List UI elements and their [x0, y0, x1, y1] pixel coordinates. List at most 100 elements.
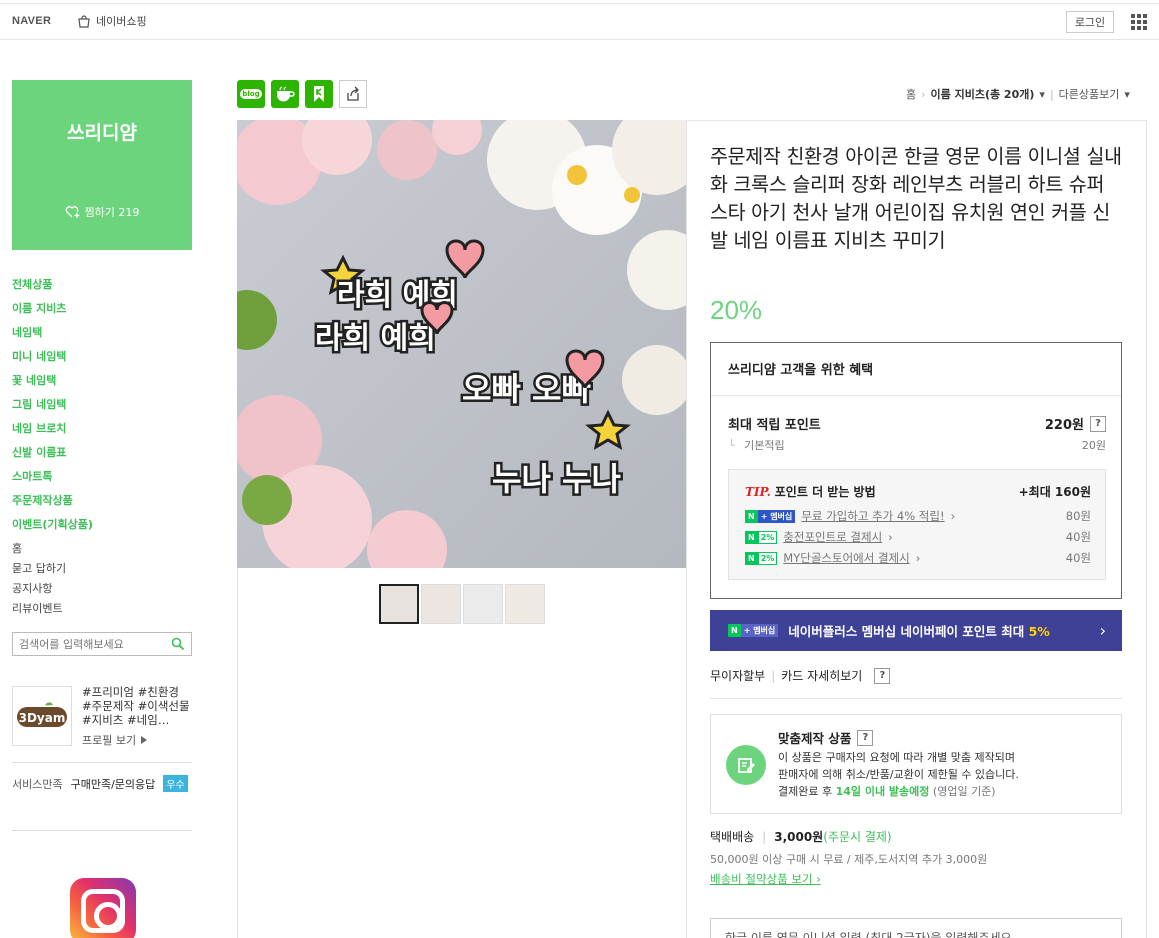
thumbnail-item[interactable] [421, 584, 461, 624]
cafe-share-icon[interactable] [271, 80, 299, 108]
login-button[interactable]: 로그인 [1066, 11, 1114, 33]
instagram-icon[interactable] [70, 878, 136, 938]
tip-row[interactable]: N 2% 충전포인트로 결제시 › 40원 [745, 529, 1091, 545]
tip-value: 80원 [1065, 509, 1091, 523]
divider: | [762, 829, 767, 844]
category-item[interactable]: 그림 네임택 [12, 398, 93, 422]
help-icon[interactable]: ? [874, 667, 891, 684]
category-item[interactable]: 꽃 네임택 [12, 374, 93, 398]
breadcrumb-current[interactable]: 이름 지비츠(총 20개) [931, 86, 1035, 102]
tip-value: 40원 [1065, 551, 1091, 565]
installment-label[interactable]: 무이자할부 [710, 667, 765, 684]
shipping-saving-label: 배송비 절약상품 보기 [710, 872, 813, 886]
tip-row[interactable]: N 2% MY단골스토어에서 결제시 › 40원 [745, 550, 1091, 566]
divider [12, 830, 192, 831]
category-item[interactable]: 주문제작상품 [12, 494, 93, 518]
sub-link-notice[interactable]: 공지사항 [12, 580, 66, 600]
membership-banner[interactable]: N + 멤버십 네이버플러스 멤버십 네이버페이 포인트 최대 5% › [710, 610, 1122, 651]
custom-desc-line: 이 상품은 구매자의 요청에 따라 개별 맞춤 제작되며 [778, 751, 1015, 764]
help-icon[interactable]: ? [1090, 415, 1106, 432]
thumbnail-item[interactable] [505, 584, 545, 624]
membership-text: 네이버플러스 멤버십 네이버페이 포인트 최대 [788, 624, 1025, 639]
service-badge: 우수 [163, 775, 188, 792]
shopping-bag-icon [78, 14, 90, 28]
product-image[interactable]: 라희 예희 라희 예희 오빠 오빠 누나 누나 [237, 120, 686, 568]
keep-bookmark-icon[interactable] [305, 80, 333, 108]
tip-text[interactable]: 충전포인트로 결제시 [783, 529, 882, 545]
category-item[interactable]: 이벤트(기획상품) [12, 518, 93, 542]
blog-share-icon[interactable]: blog [237, 80, 265, 108]
heart-plus-icon [65, 206, 80, 218]
tip-box: TIP. 포인트 더 받는 방법 +최대 160원 N + 멤버십 무료 가입하고 … [728, 469, 1106, 580]
apps-grid-icon[interactable] [1131, 14, 1147, 30]
share-icon[interactable] [339, 80, 367, 108]
search-icon[interactable] [171, 637, 185, 651]
product-image-word: 라희 예희 [315, 321, 436, 356]
caret-down-icon[interactable]: ▾ [1124, 88, 1130, 101]
tip-text[interactable]: MY단골스토어에서 결제시 [783, 550, 909, 566]
basic-point-label: 기본적립 [744, 439, 785, 452]
divider [686, 120, 687, 938]
chevron-right-icon: › [816, 872, 821, 886]
shipping-note: (주문시 결제) [823, 830, 892, 844]
membership-pct: 5% [1028, 624, 1050, 639]
help-icon[interactable]: ? [857, 729, 874, 746]
zzim-button[interactable]: 찜하기 219 [12, 204, 192, 220]
category-item[interactable]: 미니 네임택 [12, 350, 93, 374]
thumbnail-list [379, 584, 545, 624]
card-detail-link[interactable]: 카드 자세히보기 [781, 667, 862, 684]
play-arrow-icon [141, 736, 148, 744]
shipping-condition: 50,000원 이상 구매 시 무료 / 제주,도서지역 추가 3,000원 [710, 853, 988, 866]
thumbnail-item[interactable] [379, 584, 419, 624]
tip-text[interactable]: 무료 가입하고 추가 4% 적립! [801, 508, 944, 524]
category-item[interactable]: 이름 지비츠 [12, 302, 93, 326]
category-item[interactable]: 네임택 [12, 326, 93, 350]
sub-link-qna[interactable]: 묻고 답하기 [12, 560, 66, 580]
naver-logo[interactable]: NAVER [12, 15, 51, 27]
thumbnail-item[interactable] [463, 584, 503, 624]
category-item[interactable]: 네임 브로치 [12, 422, 93, 446]
profile-link[interactable]: 프로필 보기 [82, 732, 148, 748]
naver-point-badge: N 2% [745, 530, 778, 544]
zzim-label: 찜하기 219 [84, 206, 140, 219]
tip-header: TIP. 포인트 더 받는 방법 +최대 160원 [745, 483, 1091, 500]
option-input[interactable]: 한글 이름 영문 이니셜 입력 (최대 2글자)을 입력해주세요 [710, 918, 1122, 938]
service-value: 구매만족/문의응답 [70, 777, 156, 791]
naver-shopping-label: 네이버쇼핑 [96, 15, 147, 28]
other-products-link[interactable]: 다른상품보기 [1059, 86, 1120, 102]
store-banner[interactable]: 쓰리디얌 찜하기 219 [12, 80, 192, 250]
tip-max: +최대 160원 [1018, 485, 1091, 499]
naver-shopping-link[interactable]: 네이버쇼핑 [77, 13, 147, 29]
edit-note-icon [726, 745, 766, 785]
chevron-right-icon: › [1099, 621, 1106, 640]
chevron-right-icon: › [950, 509, 956, 523]
3dyam-logo-icon: 3Dyam [17, 702, 67, 727]
divider: | [1049, 87, 1054, 101]
service-satisfaction: 서비스만족 구매만족/문의응답 우수 [12, 775, 188, 792]
chevron-right-icon: › [915, 551, 921, 565]
custom-desc-text: 결제완료 후 [778, 785, 833, 798]
divider: | [771, 668, 776, 683]
sub-link-review-event[interactable]: 리뷰이벤트 [12, 600, 66, 620]
naver-membership-badge: N + 멤버십 [745, 509, 796, 523]
chevron-right-icon: › [921, 87, 926, 101]
category-item[interactable]: 신발 이름표 [12, 446, 93, 470]
basic-point-value: 20원 [1081, 439, 1106, 452]
tip-row[interactable]: N + 멤버십 무료 가입하고 추가 4% 적립! › 80원 [745, 508, 1091, 524]
profile-link-label: 프로필 보기 [82, 734, 137, 747]
product-title: 주문제작 친환경 아이콘 한글 영문 이름 이니셜 실내화 크록스 슬리퍼 장화… [710, 145, 1122, 252]
sub-link-home[interactable]: 홈 [12, 540, 66, 560]
shipping-method: 택배배송 [710, 830, 755, 844]
store-sub-links: 홈 묻고 답하기 공지사항 리뷰이벤트 [12, 540, 66, 620]
store-name[interactable]: 쓰리디얌 [12, 118, 192, 145]
top-bar: NAVER 네이버쇼핑 로그인 [0, 3, 1159, 40]
shipping-saving-link[interactable]: 배송비 절약상품 보기 › [710, 871, 821, 887]
breadcrumb-home[interactable]: 홈 [906, 86, 916, 102]
custom-made-box: 맞춤제작 상품 ? 이 상품은 구매자의 요청에 따라 개별 맞춤 제작되며 판… [710, 714, 1122, 814]
caret-down-icon[interactable]: ▾ [1039, 88, 1045, 101]
category-item[interactable]: 스마트톡 [12, 470, 93, 494]
store-search-input[interactable] [13, 633, 163, 655]
custom-desc-line: 판매자에 의해 취소/반품/교환이 제한될 수 있습니다. [778, 768, 1019, 781]
profile-logo[interactable]: 3Dyam [12, 686, 72, 746]
category-item[interactable]: 전체상품 [12, 278, 93, 302]
